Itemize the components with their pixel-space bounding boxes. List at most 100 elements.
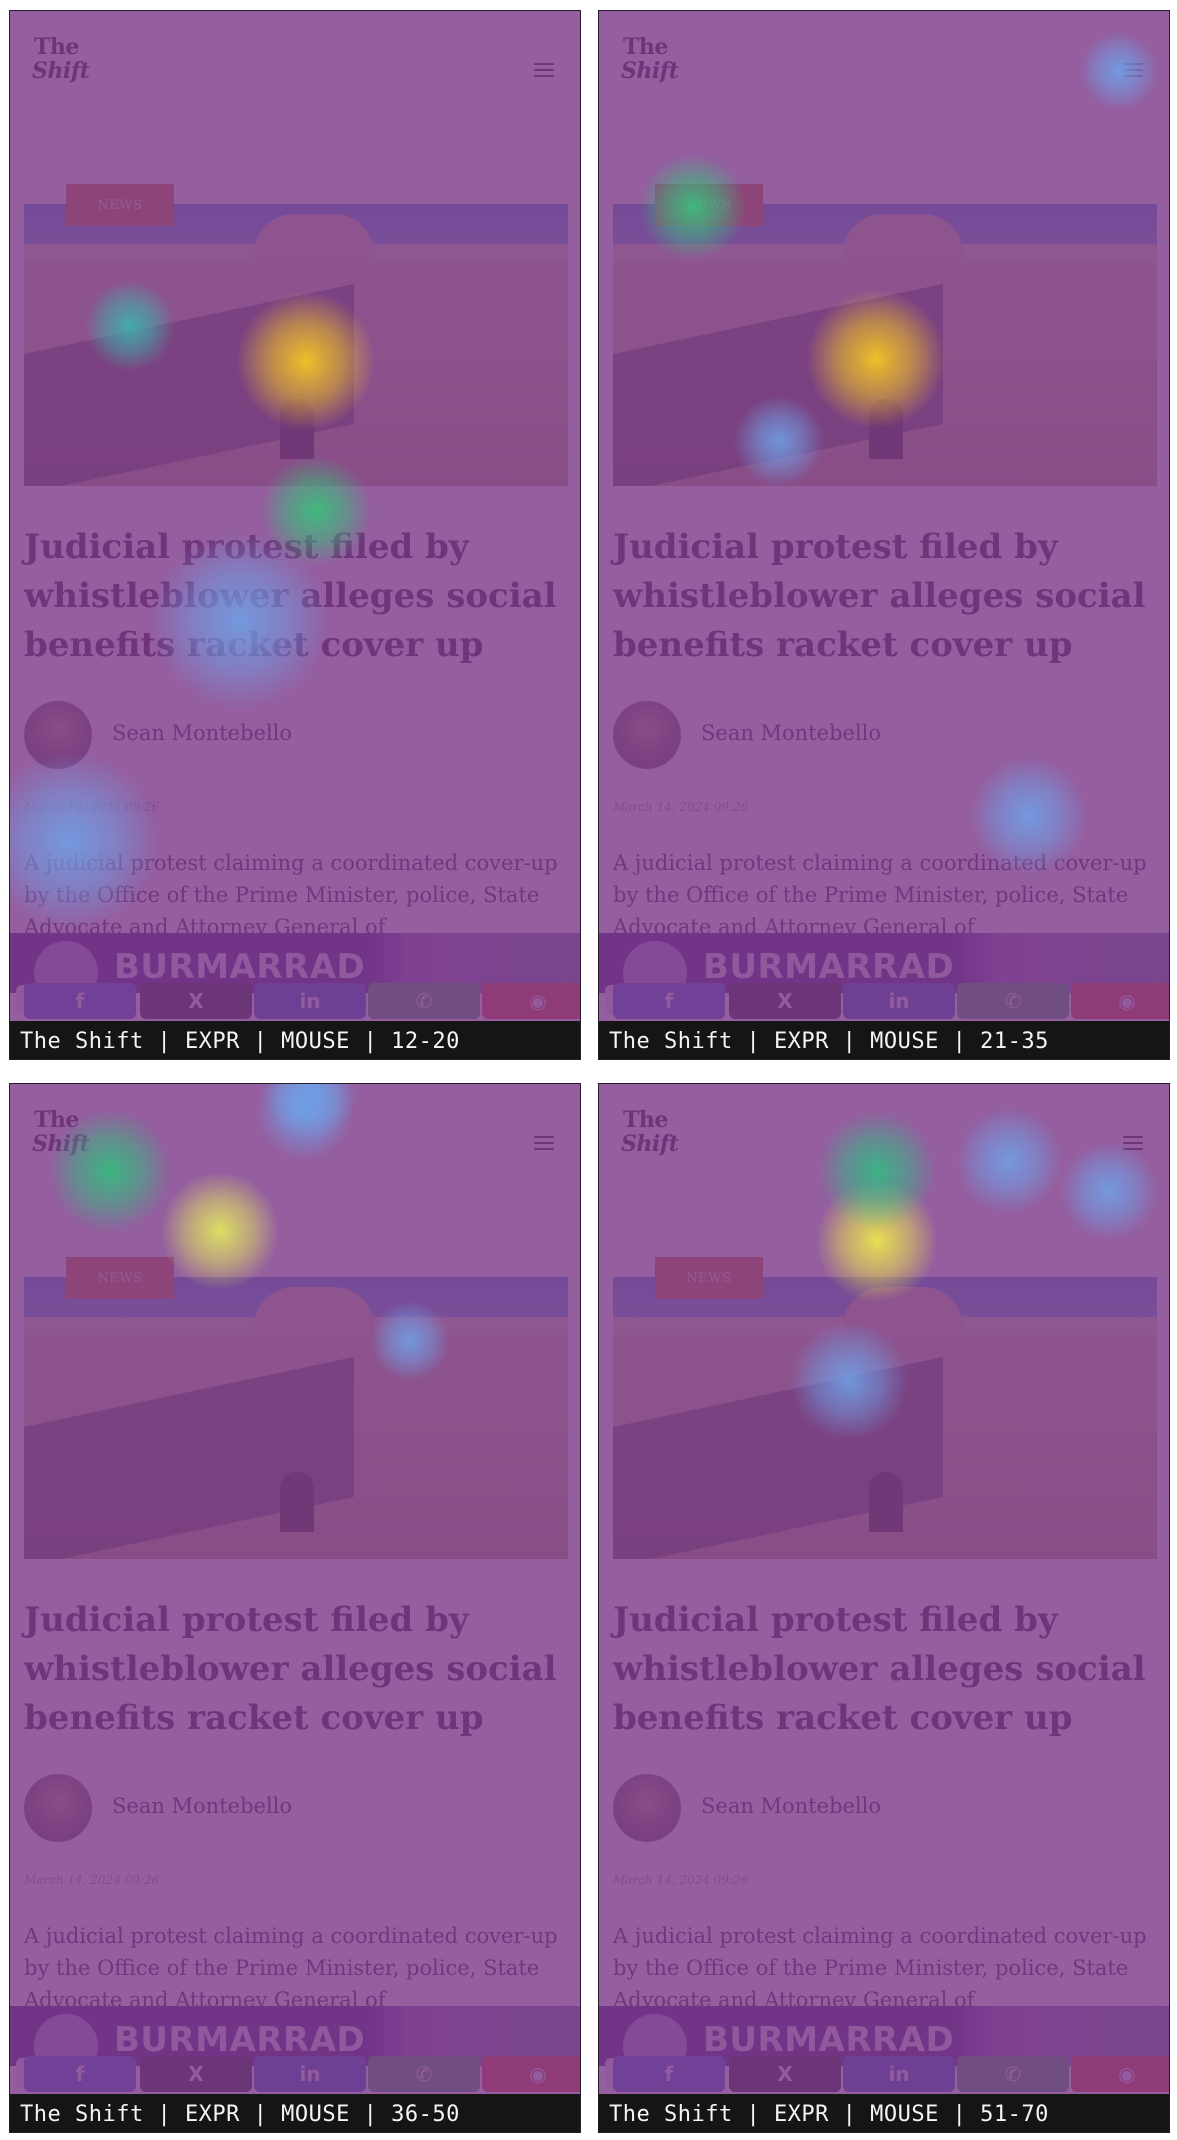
reddit-icon: ◉	[529, 2062, 547, 2086]
site-logo[interactable]: The Shift	[32, 1108, 92, 1162]
ad-brand-text: BURMARRAD	[114, 947, 366, 987]
share-bar: ⛨fXin✆◉	[10, 2056, 580, 2094]
whatsapp-icon: ✆	[415, 2062, 433, 2086]
logo-line1: The	[623, 34, 668, 60]
site-logo[interactable]: The Shift	[621, 35, 681, 89]
share-reddit-button[interactable]: ◉	[482, 983, 580, 1019]
heatmap-panel-4: The Shift NEWS Judicial protest filed by…	[598, 1083, 1170, 2133]
article-page: The Shift NEWS Judicial protest filed by…	[599, 11, 1169, 1059]
panel-caption: The Shift | EXPR | MOUSE | 36-50	[10, 2094, 580, 2132]
category-badge[interactable]: NEWS	[655, 184, 763, 226]
logo-line2: Shift	[621, 1131, 679, 1157]
category-badge[interactable]: NEWS	[655, 1257, 763, 1299]
share-x-button[interactable]: X	[729, 2056, 841, 2092]
x-icon: X	[777, 2062, 793, 2086]
share-whatsapp-button[interactable]: ✆	[957, 2056, 1069, 2092]
linkedin-icon: in	[299, 2062, 321, 2086]
heatmap-panel-1: The Shift NEWS Judicial protest filed by…	[9, 10, 581, 1060]
share-bar: ⛨fXin✆◉	[599, 983, 1169, 1021]
category-badge[interactable]: NEWS	[66, 184, 174, 226]
article-page: The Shift NEWS Judicial protest filed by…	[599, 1084, 1169, 2132]
whatsapp-icon: ✆	[1004, 989, 1022, 1013]
author-name[interactable]: Sean Montebello	[701, 721, 881, 745]
heatmap-panel-3: The Shift NEWS Judicial protest filed by…	[9, 1083, 581, 2133]
publish-date: March 14, 2024 09:26	[24, 800, 160, 814]
logo-line1: The	[34, 1107, 79, 1133]
category-badge[interactable]: NEWS	[66, 1257, 174, 1299]
site-logo[interactable]: The Shift	[621, 1108, 681, 1162]
author-avatar[interactable]	[24, 701, 92, 769]
hamburger-menu-icon[interactable]	[1123, 1136, 1143, 1152]
heatmap-panel-2: The Shift NEWS Judicial protest filed by…	[598, 10, 1170, 1060]
ad-brand-text: BURMARRAD	[114, 2020, 366, 2060]
reddit-icon: ◉	[529, 989, 547, 1013]
author-name[interactable]: Sean Montebello	[112, 1794, 292, 1818]
publish-date: March 14, 2024 09:26	[613, 1873, 749, 1887]
share-whatsapp-button[interactable]: ✆	[368, 2056, 480, 2092]
hero-image	[24, 1277, 568, 1559]
panel-caption: The Shift | EXPR | MOUSE | 51-70	[599, 2094, 1169, 2132]
share-bar: ⛨fXin✆◉	[599, 2056, 1169, 2094]
reddit-icon: ◉	[1118, 2062, 1136, 2086]
facebook-icon: f	[664, 2062, 674, 2086]
article-headline: Judicial protest filed by whistleblower …	[24, 1600, 557, 1738]
author-byline: Sean Montebello	[613, 1774, 1157, 1842]
share-linkedin-button[interactable]: in	[254, 2056, 366, 2092]
logo-line2: Shift	[32, 58, 90, 84]
hamburger-menu-icon[interactable]	[1123, 63, 1143, 79]
article-excerpt: A judicial protest claiming a coordinate…	[24, 851, 558, 939]
share-bar: ⛨fXin✆◉	[10, 983, 580, 1021]
share-whatsapp-button[interactable]: ✆	[957, 983, 1069, 1019]
share-facebook-button[interactable]: f	[613, 983, 725, 1019]
author-avatar[interactable]	[24, 1774, 92, 1842]
x-icon: X	[188, 2062, 204, 2086]
share-facebook-button[interactable]: f	[24, 2056, 136, 2092]
hamburger-menu-icon[interactable]	[534, 63, 554, 79]
share-facebook-button[interactable]: f	[613, 2056, 725, 2092]
site-logo[interactable]: The Shift	[32, 35, 92, 89]
reddit-icon: ◉	[1118, 989, 1136, 1013]
share-whatsapp-button[interactable]: ✆	[368, 983, 480, 1019]
logo-line2: Shift	[32, 1131, 90, 1157]
hero-image	[24, 204, 568, 486]
ad-brand-text: BURMARRAD	[703, 2020, 955, 2060]
logo-line1: The	[623, 1107, 668, 1133]
article-headline: Judicial protest filed by whistleblower …	[24, 527, 557, 665]
author-byline: Sean Montebello	[613, 701, 1157, 769]
article-page: The Shift NEWS Judicial protest filed by…	[10, 1084, 580, 2132]
share-reddit-button[interactable]: ◉	[1071, 983, 1169, 1019]
article-headline: Judicial protest filed by whistleblower …	[613, 1600, 1146, 1738]
facebook-icon: f	[75, 989, 85, 1013]
share-linkedin-button[interactable]: in	[843, 2056, 955, 2092]
share-x-button[interactable]: X	[140, 983, 252, 1019]
share-x-button[interactable]: X	[140, 2056, 252, 2092]
article-page: The Shift NEWS Judicial protest filed by…	[10, 11, 580, 1059]
author-name[interactable]: Sean Montebello	[701, 1794, 881, 1818]
author-avatar[interactable]	[613, 1774, 681, 1842]
linkedin-icon: in	[888, 2062, 910, 2086]
author-byline: Sean Montebello	[24, 1774, 568, 1842]
share-reddit-button[interactable]: ◉	[1071, 2056, 1169, 2092]
panel-caption: The Shift | EXPR | MOUSE | 12-20	[10, 1021, 580, 1059]
share-reddit-button[interactable]: ◉	[482, 2056, 580, 2092]
hero-image	[613, 1277, 1157, 1559]
logo-line1: The	[34, 34, 79, 60]
article-excerpt: A judicial protest claiming a coordinate…	[613, 851, 1147, 939]
share-linkedin-button[interactable]: in	[254, 983, 366, 1019]
whatsapp-icon: ✆	[415, 989, 433, 1013]
share-facebook-button[interactable]: f	[24, 983, 136, 1019]
author-name[interactable]: Sean Montebello	[112, 721, 292, 745]
panel-caption: The Shift | EXPR | MOUSE | 21-35	[599, 1021, 1169, 1059]
article-headline: Judicial protest filed by whistleblower …	[613, 527, 1146, 665]
author-avatar[interactable]	[613, 701, 681, 769]
hero-image	[613, 204, 1157, 486]
share-x-button[interactable]: X	[729, 983, 841, 1019]
linkedin-icon: in	[299, 989, 321, 1013]
ad-brand-text: BURMARRAD	[703, 947, 955, 987]
x-icon: X	[777, 989, 793, 1013]
share-linkedin-button[interactable]: in	[843, 983, 955, 1019]
hamburger-menu-icon[interactable]	[534, 1136, 554, 1152]
article-excerpt: A judicial protest claiming a coordinate…	[24, 1924, 558, 2012]
publish-date: March 14, 2024 09:26	[613, 800, 749, 814]
facebook-icon: f	[664, 989, 674, 1013]
